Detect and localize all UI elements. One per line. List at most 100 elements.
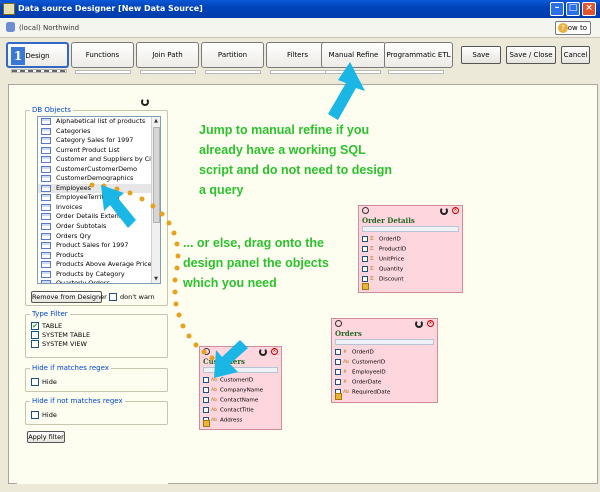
list-item[interactable]: Products [38,251,160,261]
how-to-button[interactable]: ? How to [555,21,591,35]
scroll-thumb[interactable] [153,127,160,223]
column-checkbox[interactable] [203,407,209,413]
annotation-line: Jump to manual refine if you [199,123,370,137]
table-orders[interactable]: × Orders # OrderID Ab CustomerID # EmployeeID… [331,318,438,403]
list-item[interactable]: Category Sales for 1997 [38,136,160,146]
column-row[interactable]: # OrderDate [335,379,381,386]
dont-warn-checkbox[interactable] [109,293,117,301]
column-checkbox[interactable] [335,349,341,355]
minimize-icon[interactable]: – [550,2,564,16]
list-item[interactable]: Invoices [38,203,160,213]
column-row[interactable]: Ab CustomerID [335,359,385,366]
tab-design[interactable]: 1 Design [6,42,69,73]
close-icon[interactable]: × [582,2,596,16]
list-item[interactable]: Orders Qry [38,232,160,242]
column-checkbox[interactable] [362,256,368,262]
window-titlebar: Data source Designer [New Data Source] –… [0,0,600,18]
table-icon [41,156,51,164]
column-row[interactable]: Ab CustomerID [203,377,253,384]
list-item[interactable]: Order Subtotals [38,222,160,232]
list-item[interactable]: Quarterly Orders [38,279,160,283]
cancel-button[interactable]: Cancel [561,46,590,64]
db-objects-list[interactable]: Alphabetical list of products Categories C… [37,116,161,284]
column-checkbox[interactable] [203,377,209,383]
column-checkbox[interactable] [203,387,209,393]
column-row[interactable]: # EmployeeID [335,369,386,376]
tab-progress [75,70,131,74]
text-type-icon: Ab [343,359,350,365]
remove-from-designer-button[interactable]: Remove from Designer [31,291,107,303]
column-name: RequiredDate [352,389,391,396]
list-item[interactable]: EmployeeTerritories [38,193,160,203]
column-row[interactable]: # OrderID [335,349,374,356]
scroll-up-icon[interactable]: ▲ [152,117,160,125]
list-item-label: Orders Qry [56,231,91,240]
column-row[interactable]: ⚿ Discount [362,276,404,283]
list-item[interactable]: Order Details Extended [38,212,160,222]
tab-filters[interactable]: Filters [266,42,329,74]
zoom-icon[interactable] [362,207,369,214]
collapse-icon[interactable] [415,320,423,328]
column-row[interactable]: Ab ContactName [203,397,258,404]
column-row[interactable]: ⚿ ProductID [362,246,406,253]
list-item[interactable]: CustomerCustomerDemo [38,165,160,175]
list-item[interactable]: Alphabetical list of products [38,117,160,127]
maximize-icon[interactable]: □ [566,2,580,16]
tab-functions[interactable]: Functions [71,42,134,74]
list-item[interactable]: Employees [38,183,160,194]
column-checkbox[interactable] [362,236,368,242]
table-order-details[interactable]: × Order Details ⚿ OrderID ⚿ ProductID ⚿ UnitP… [358,205,463,293]
tab-progress [270,70,326,74]
list-item-label: EmployeeTerritories [56,193,120,202]
apply-filter-button[interactable]: Apply filter [27,431,65,443]
column-checkbox[interactable] [362,266,368,272]
column-checkbox[interactable] [335,379,341,385]
column-row[interactable]: Ab ContactTitle [203,407,254,414]
zoom-icon[interactable] [335,320,342,327]
list-item[interactable]: Products Above Average Price [38,260,160,270]
table-filter-checkbox[interactable]: ✔ [31,322,39,330]
system-table-checkbox[interactable] [31,331,39,339]
column-row[interactable]: ⚿ UnitPrice [362,256,404,263]
list-item[interactable]: Categories [38,127,160,137]
collapse-icon[interactable] [440,207,448,215]
column-checkbox[interactable] [362,246,368,252]
list-item[interactable]: Product Sales for 1997 [38,241,160,251]
table-scrollbar[interactable] [203,367,278,373]
hide-matches-checkbox[interactable] [31,378,39,386]
help-icon: ? [558,23,568,33]
zoom-icon[interactable] [203,348,210,355]
save-button[interactable]: Save [461,46,501,64]
table-customers[interactable]: × Customers Ab CustomerID Ab CompanyName Ab C… [199,346,282,430]
list-item[interactable]: CustomerDemographics [38,174,160,184]
table-scrollbar[interactable] [362,226,459,232]
close-table-icon[interactable]: × [452,207,459,214]
system-view-checkbox[interactable] [31,340,39,348]
list-item[interactable]: Current Product List [38,146,160,156]
scroll-down-icon[interactable]: ▼ [152,275,160,283]
column-row[interactable]: ⚿ OrderID [362,236,401,243]
hide-not-matches-checkbox[interactable] [31,411,39,419]
tab-progress [205,70,261,74]
list-item[interactable]: Customer and Suppliers by City [38,155,160,165]
column-checkbox[interactable] [362,276,368,282]
column-row[interactable]: ⚿ Quantity [362,266,403,273]
list-item[interactable]: Products by Category [38,270,160,280]
column-checkbox[interactable] [203,397,209,403]
tab-manual-refine[interactable]: Manual Refine [321,42,386,74]
collapse-icon[interactable] [259,348,267,356]
save-close-button[interactable]: Save / Close [506,46,556,64]
column-row[interactable]: Ab RequiredDate [335,389,390,396]
tab-programmatic-etl[interactable]: Programmatic ETL [384,42,453,74]
collapse-icon[interactable] [141,98,149,106]
column-row[interactable]: Ab CompanyName [203,387,263,394]
column-checkbox[interactable] [335,359,341,365]
table-scrollbar[interactable] [335,339,434,345]
tab-join-path[interactable]: Join Path [136,42,199,74]
close-table-icon[interactable]: × [427,320,434,327]
tab-partition[interactable]: Partition [201,42,264,74]
close-table-icon[interactable]: × [271,348,278,355]
list-scrollbar[interactable]: ▲ ▼ [151,117,160,283]
column-checkbox[interactable] [335,369,341,375]
column-name: CustomerID [220,377,254,384]
